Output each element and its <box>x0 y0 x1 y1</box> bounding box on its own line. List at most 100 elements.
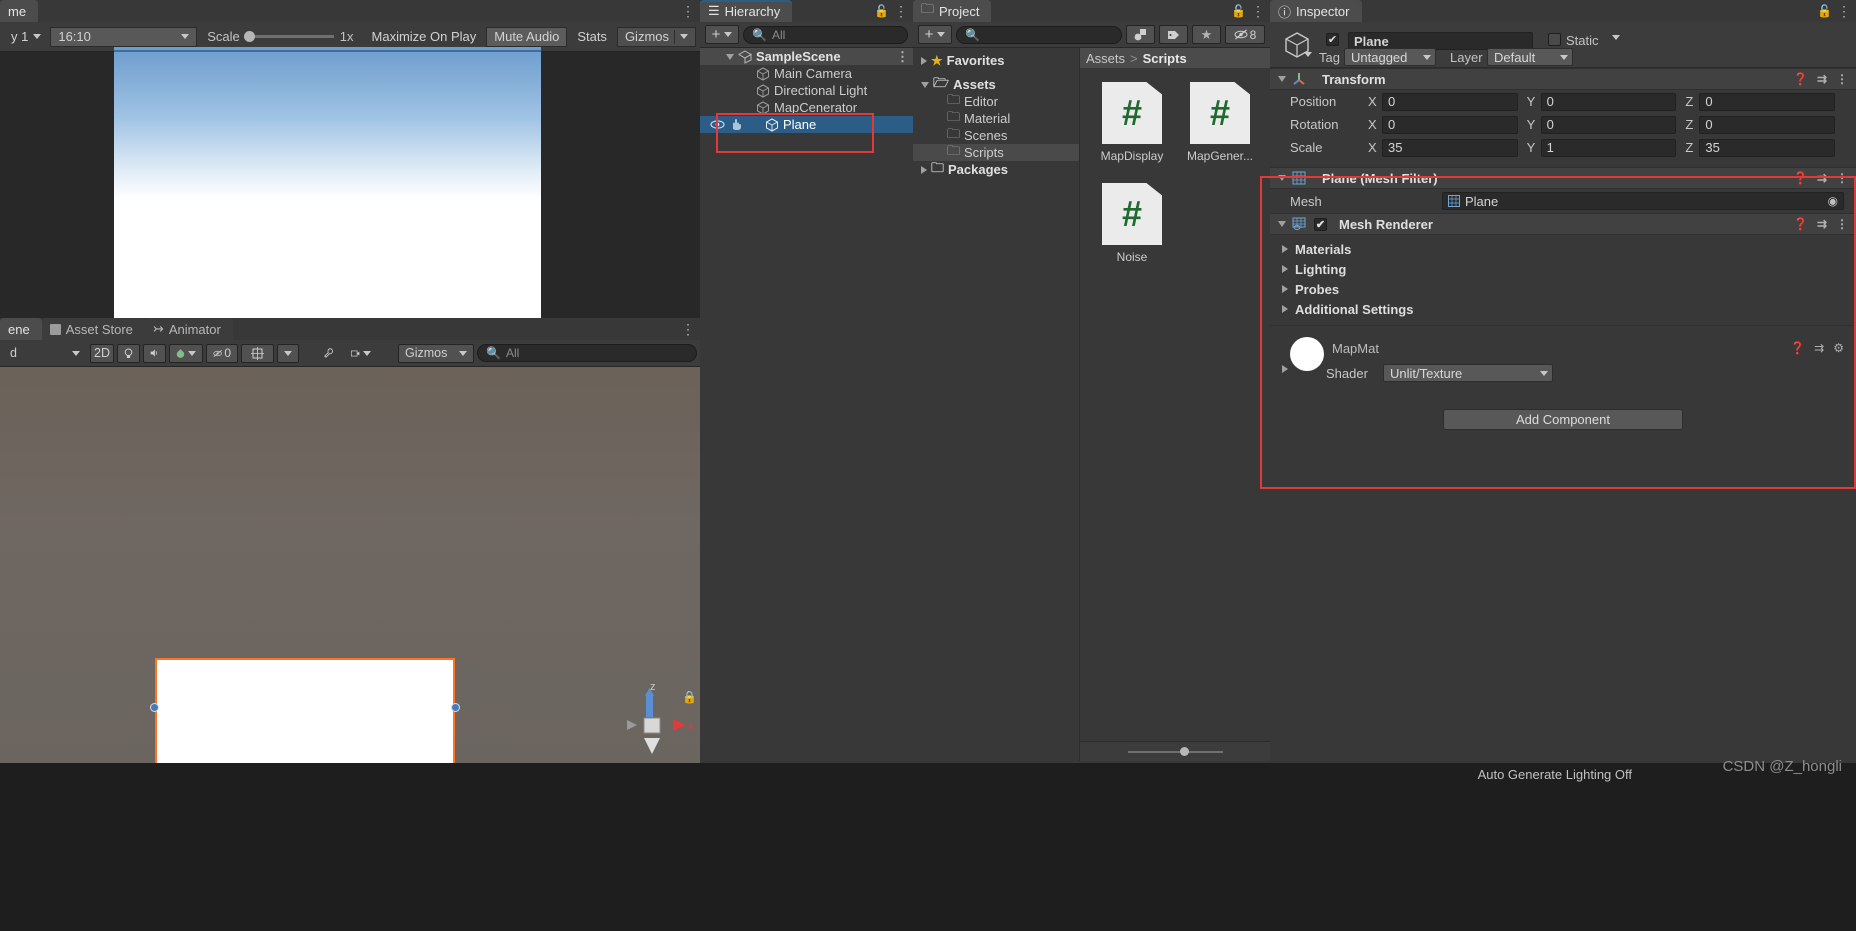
rotation-y-input[interactable]: 0 <box>1540 115 1677 134</box>
component-header-transform[interactable]: Transform ❓ ⇉ ⋮ <box>1270 68 1856 90</box>
mesh-object-field[interactable]: Plane ◉ <box>1442 192 1844 210</box>
project-tree-scenes[interactable]: 🗀 Scenes <box>913 126 1079 144</box>
inspector-menu-icon[interactable]: ⋮ <box>1837 3 1851 20</box>
collapse-arrow-icon[interactable] <box>1278 76 1286 82</box>
scene-grid-snap-dropdown[interactable] <box>241 343 274 363</box>
project-lock-icon[interactable]: 🔓 <box>1231 4 1246 18</box>
tab-hierarchy[interactable]: ☰ Hierarchy <box>700 0 793 22</box>
expand-arrow-icon[interactable] <box>921 165 927 174</box>
hierarchy-search-input[interactable]: 🔍 All <box>743 25 908 44</box>
component-menu-icon[interactable]: ⋮ <box>1836 217 1848 231</box>
position-y-input[interactable]: 0 <box>1540 92 1677 111</box>
component-menu-icon[interactable]: ⋮ <box>1836 72 1848 86</box>
scale-x-input[interactable]: 35 <box>1382 138 1518 157</box>
material-preview-sphere[interactable] <box>1290 337 1324 371</box>
object-enabled-checkbox[interactable]: ✔ <box>1326 33 1339 46</box>
mesh-renderer-section-additional-settings[interactable]: Additional Settings <box>1270 299 1856 319</box>
breadcrumb-assets[interactable]: Assets <box>1086 51 1125 66</box>
scene-camera-dropdown[interactable] <box>344 344 378 363</box>
add-component-button[interactable]: Add Component <box>1443 409 1683 430</box>
collapse-arrow-icon[interactable] <box>1278 175 1286 181</box>
filter-by-label-button[interactable] <box>1159 25 1188 44</box>
scene-context-menu-icon[interactable]: ⋮ <box>896 49 909 65</box>
hierarchy-item-directional-light[interactable]: Directional Light <box>700 82 913 99</box>
mesh-renderer-enabled-checkbox[interactable]: ✔ <box>1314 217 1327 231</box>
expand-arrow-icon[interactable] <box>1282 245 1288 253</box>
project-search-input[interactable]: 🔍 <box>956 25 1122 44</box>
stats-button[interactable]: Stats <box>569 26 615 47</box>
tab-asset-store[interactable]: Asset Store <box>41 318 145 340</box>
project-tree-editor[interactable]: 🗀 Editor <box>913 92 1079 110</box>
shader-dropdown[interactable]: Unlit/Texture <box>1383 364 1553 382</box>
tab-inspector[interactable]: ⓘ Inspector <box>1270 0 1362 22</box>
layer-dropdown[interactable]: Default <box>1487 48 1573 66</box>
pickability-hand-icon[interactable] <box>729 118 743 131</box>
preset-icon[interactable]: ⇉ <box>1814 341 1824 355</box>
filter-by-type-button[interactable] <box>1126 25 1155 44</box>
tab-animator[interactable]: ↣ Animator <box>144 318 233 340</box>
scene-search-input[interactable]: 🔍 All <box>477 344 697 362</box>
filter-favorites-button[interactable]: ★ <box>1192 25 1221 44</box>
hierarchy-item-mapcenerator[interactable]: MapCenerator <box>700 99 913 116</box>
gizmos-dropdown-scene[interactable]: Gizmos <box>398 343 474 363</box>
expand-arrow-icon[interactable] <box>1282 265 1288 273</box>
preset-icon[interactable]: ⇉ <box>1817 72 1827 86</box>
display-dropdown[interactable]: y 1 <box>4 26 49 47</box>
scene-tools-button[interactable] <box>317 344 341 363</box>
scale-handle-top-right[interactable] <box>451 703 460 712</box>
tab-project[interactable]: 🗀 Project <box>913 0 992 22</box>
rotation-z-input[interactable]: 0 <box>1699 115 1836 134</box>
expand-arrow-icon[interactable] <box>921 56 927 65</box>
hidden-assets-indicator[interactable]: 8 <box>1225 25 1265 44</box>
gizmos-dropdown-game[interactable]: Gizmos <box>616 26 696 47</box>
asset-zoom-slider[interactable] <box>1127 746 1223 756</box>
project-tree-favorites[interactable]: ★ Favorites <box>913 52 1079 69</box>
aspect-dropdown[interactable]: 16:10 <box>50 26 198 47</box>
help-icon[interactable]: ❓ <box>1793 217 1808 231</box>
toggle-2d-button[interactable]: 2D <box>90 343 114 363</box>
scale-handle-top-left[interactable] <box>150 703 159 712</box>
tag-dropdown[interactable]: Untagged <box>1344 48 1436 66</box>
gameobject-icon-dropdown[interactable] <box>1304 52 1312 57</box>
expand-arrow-icon[interactable] <box>1282 305 1288 313</box>
draw-mode-dropdown[interactable]: d <box>3 343 87 363</box>
static-dropdown-icon[interactable] <box>1612 35 1620 40</box>
help-icon[interactable]: ❓ <box>1790 341 1805 355</box>
collapse-arrow-icon[interactable] <box>1278 221 1286 227</box>
tab-game[interactable]: me <box>0 0 39 22</box>
hierarchy-add-button[interactable]: + <box>705 25 739 44</box>
scale-slider-track[interactable] <box>243 31 334 42</box>
static-checkbox[interactable] <box>1548 33 1561 46</box>
help-icon[interactable]: ❓ <box>1793 171 1808 185</box>
material-expand-arrow-icon[interactable] <box>1282 365 1288 373</box>
mesh-renderer-section-probes[interactable]: Probes <box>1270 279 1856 299</box>
scene-fx-dropdown[interactable] <box>169 343 203 363</box>
tab-scene[interactable]: ene <box>0 318 42 340</box>
component-header-mesh-filter[interactable]: Plane (Mesh Filter) ❓ ⇉ ⋮ <box>1270 167 1856 189</box>
visibility-eye-icon[interactable] <box>710 119 725 130</box>
scale-slider-group[interactable]: Scale 1x <box>199 29 353 44</box>
component-menu-icon[interactable]: ⋮ <box>1836 171 1848 185</box>
asset-item-mapdisplay[interactable]: # MapDisplay <box>1098 82 1166 163</box>
asset-item-mapgenerator[interactable]: # MapGener... <box>1186 82 1254 163</box>
position-x-input[interactable]: 0 <box>1382 92 1518 111</box>
scene-lighting-toggle[interactable] <box>117 343 140 363</box>
project-tree-packages[interactable]: 🗀 Packages <box>913 160 1079 178</box>
gear-icon[interactable]: ⚙ <box>1833 341 1844 355</box>
object-picker-icon[interactable]: ◉ <box>1828 194 1838 208</box>
asset-zoom-knob[interactable] <box>1179 746 1189 756</box>
project-tree-assets[interactable]: 🗁 Assets <box>913 75 1079 93</box>
scale-slider-knob[interactable] <box>243 31 255 42</box>
project-tree-material[interactable]: 🗀 Material <box>913 109 1079 127</box>
hierarchy-lock-icon[interactable]: 🔓 <box>874 4 889 18</box>
asset-item-noise[interactable]: # Noise <box>1098 183 1166 264</box>
scene-audio-toggle[interactable] <box>143 343 166 363</box>
preset-icon[interactable]: ⇉ <box>1817 171 1827 185</box>
hierarchy-item-samplescene[interactable]: SampleScene ⋮ <box>700 48 913 65</box>
maximize-on-play-button[interactable]: Maximize On Play <box>363 26 485 47</box>
scene-grid-dropdown[interactable] <box>277 343 299 363</box>
scale-z-input[interactable]: 35 <box>1699 138 1836 157</box>
help-icon[interactable]: ❓ <box>1793 72 1808 86</box>
mesh-renderer-section-materials[interactable]: Materials <box>1270 239 1856 259</box>
game-render-canvas[interactable] <box>114 47 541 318</box>
